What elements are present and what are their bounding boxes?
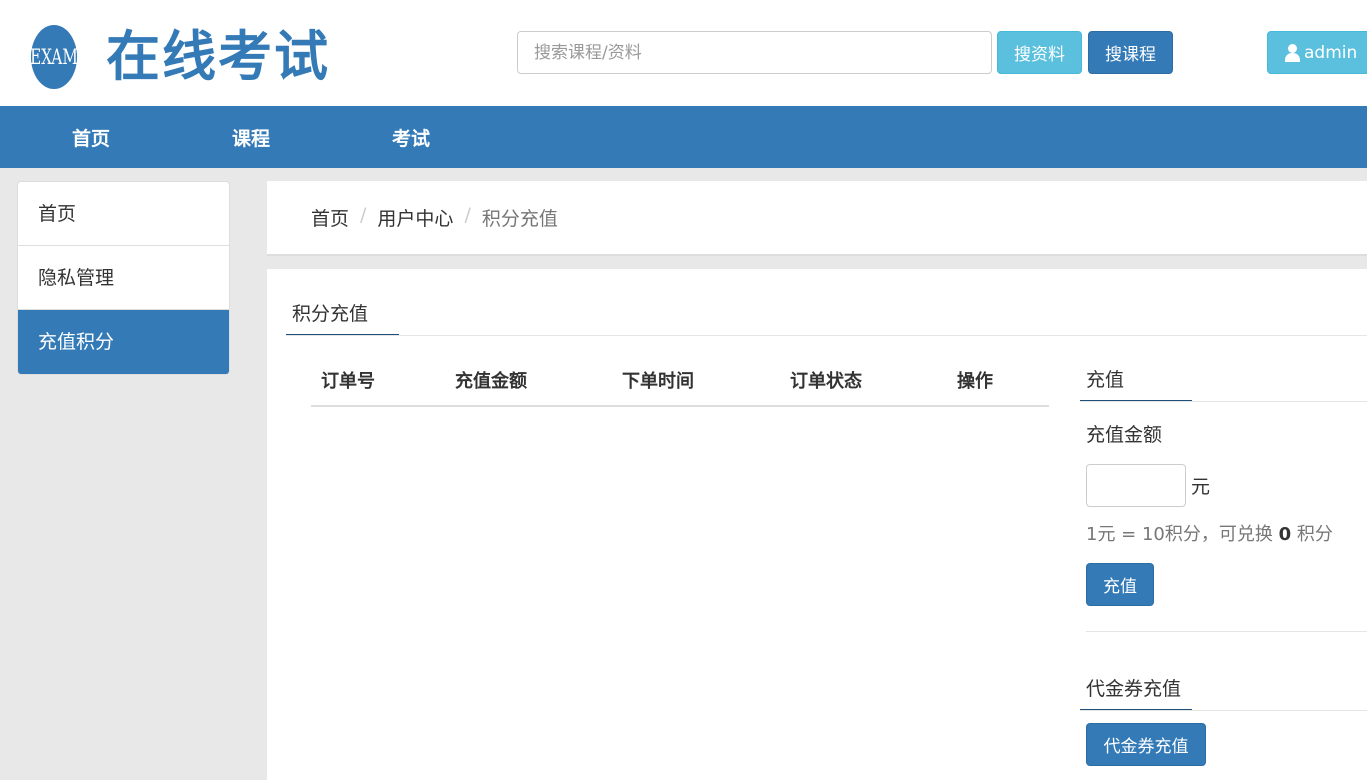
logo[interactable]: EXAM (30, 25, 78, 89)
orders-table-header: 订单号 充值金额 下单时间 订单状态 操作 (311, 361, 1049, 407)
currency-unit: 元 (1191, 476, 1211, 498)
recharge-amount-input[interactable] (1086, 464, 1186, 507)
exchange-rate-text: 1元 = 10积分，可兑换 0 积分 (1086, 520, 1333, 546)
section-divider (1086, 631, 1367, 632)
voucher-divider (1080, 710, 1367, 711)
search-material-button[interactable]: 搜资料 (997, 31, 1082, 74)
breadcrumb-separator: / (464, 204, 471, 226)
breadcrumb-separator: / (360, 204, 367, 226)
recharge-amount-label: 充值金额 (1086, 424, 1163, 446)
breadcrumb: 首页 / 用户中心 / 积分充值 (311, 204, 558, 231)
voucher-section-title: 代金券充值 (1080, 674, 1192, 711)
recharge-section-title: 充值 (1080, 365, 1192, 402)
user-icon (1284, 43, 1300, 62)
recharge-button[interactable]: 充值 (1086, 563, 1154, 606)
column-order-id: 订单号 (321, 371, 375, 392)
tab-divider (286, 335, 1367, 336)
rate-points: 0 (1278, 524, 1292, 545)
main-panel: 积分充值 订单号 充值金额 下单时间 订单状态 操作 充值 充值金额 元 1元 … (267, 269, 1367, 780)
search-course-button[interactable]: 搜课程 (1088, 31, 1173, 74)
breadcrumb-home[interactable]: 首页 (311, 204, 349, 231)
recharge-divider (1080, 401, 1367, 402)
site-title[interactable]: 在线考试 (106, 22, 330, 92)
sidebar-item-privacy[interactable]: 隐私管理 (18, 246, 229, 310)
breadcrumb-current: 积分充值 (481, 208, 558, 230)
nav-item-home[interactable]: 首页 (11, 106, 171, 168)
column-order-status: 订单状态 (790, 371, 862, 392)
breadcrumb-panel: 首页 / 用户中心 / 积分充值 (267, 181, 1367, 256)
rate-suffix: 积分 (1291, 524, 1333, 545)
sidebar-item-recharge-points[interactable]: 充值积分 (18, 310, 229, 374)
nav-item-courses[interactable]: 课程 (171, 106, 331, 168)
user-menu-button[interactable]: admin (1267, 31, 1367, 74)
nav-item-exams[interactable]: 考试 (331, 106, 491, 168)
column-amount: 充值金额 (455, 371, 527, 392)
column-actions: 操作 (957, 371, 993, 392)
search-input[interactable] (517, 31, 992, 74)
voucher-recharge-button[interactable]: 代金券充值 (1086, 723, 1206, 766)
sidebar-item-home[interactable]: 首页 (18, 182, 229, 246)
main-nav: 首页 课程 考试 (0, 106, 1367, 168)
sidebar: 首页 隐私管理 充值积分 (17, 181, 230, 375)
breadcrumb-user-center[interactable]: 用户中心 (377, 204, 453, 231)
rate-prefix: 1元 = 10积分，可兑换 (1086, 524, 1279, 545)
tab-points-recharge[interactable]: 积分充值 (286, 301, 399, 336)
user-name: admin (1304, 42, 1358, 63)
column-order-time: 下单时间 (622, 371, 694, 392)
header: EXAM 在线考试 搜资料 搜课程 admin (0, 0, 1367, 106)
